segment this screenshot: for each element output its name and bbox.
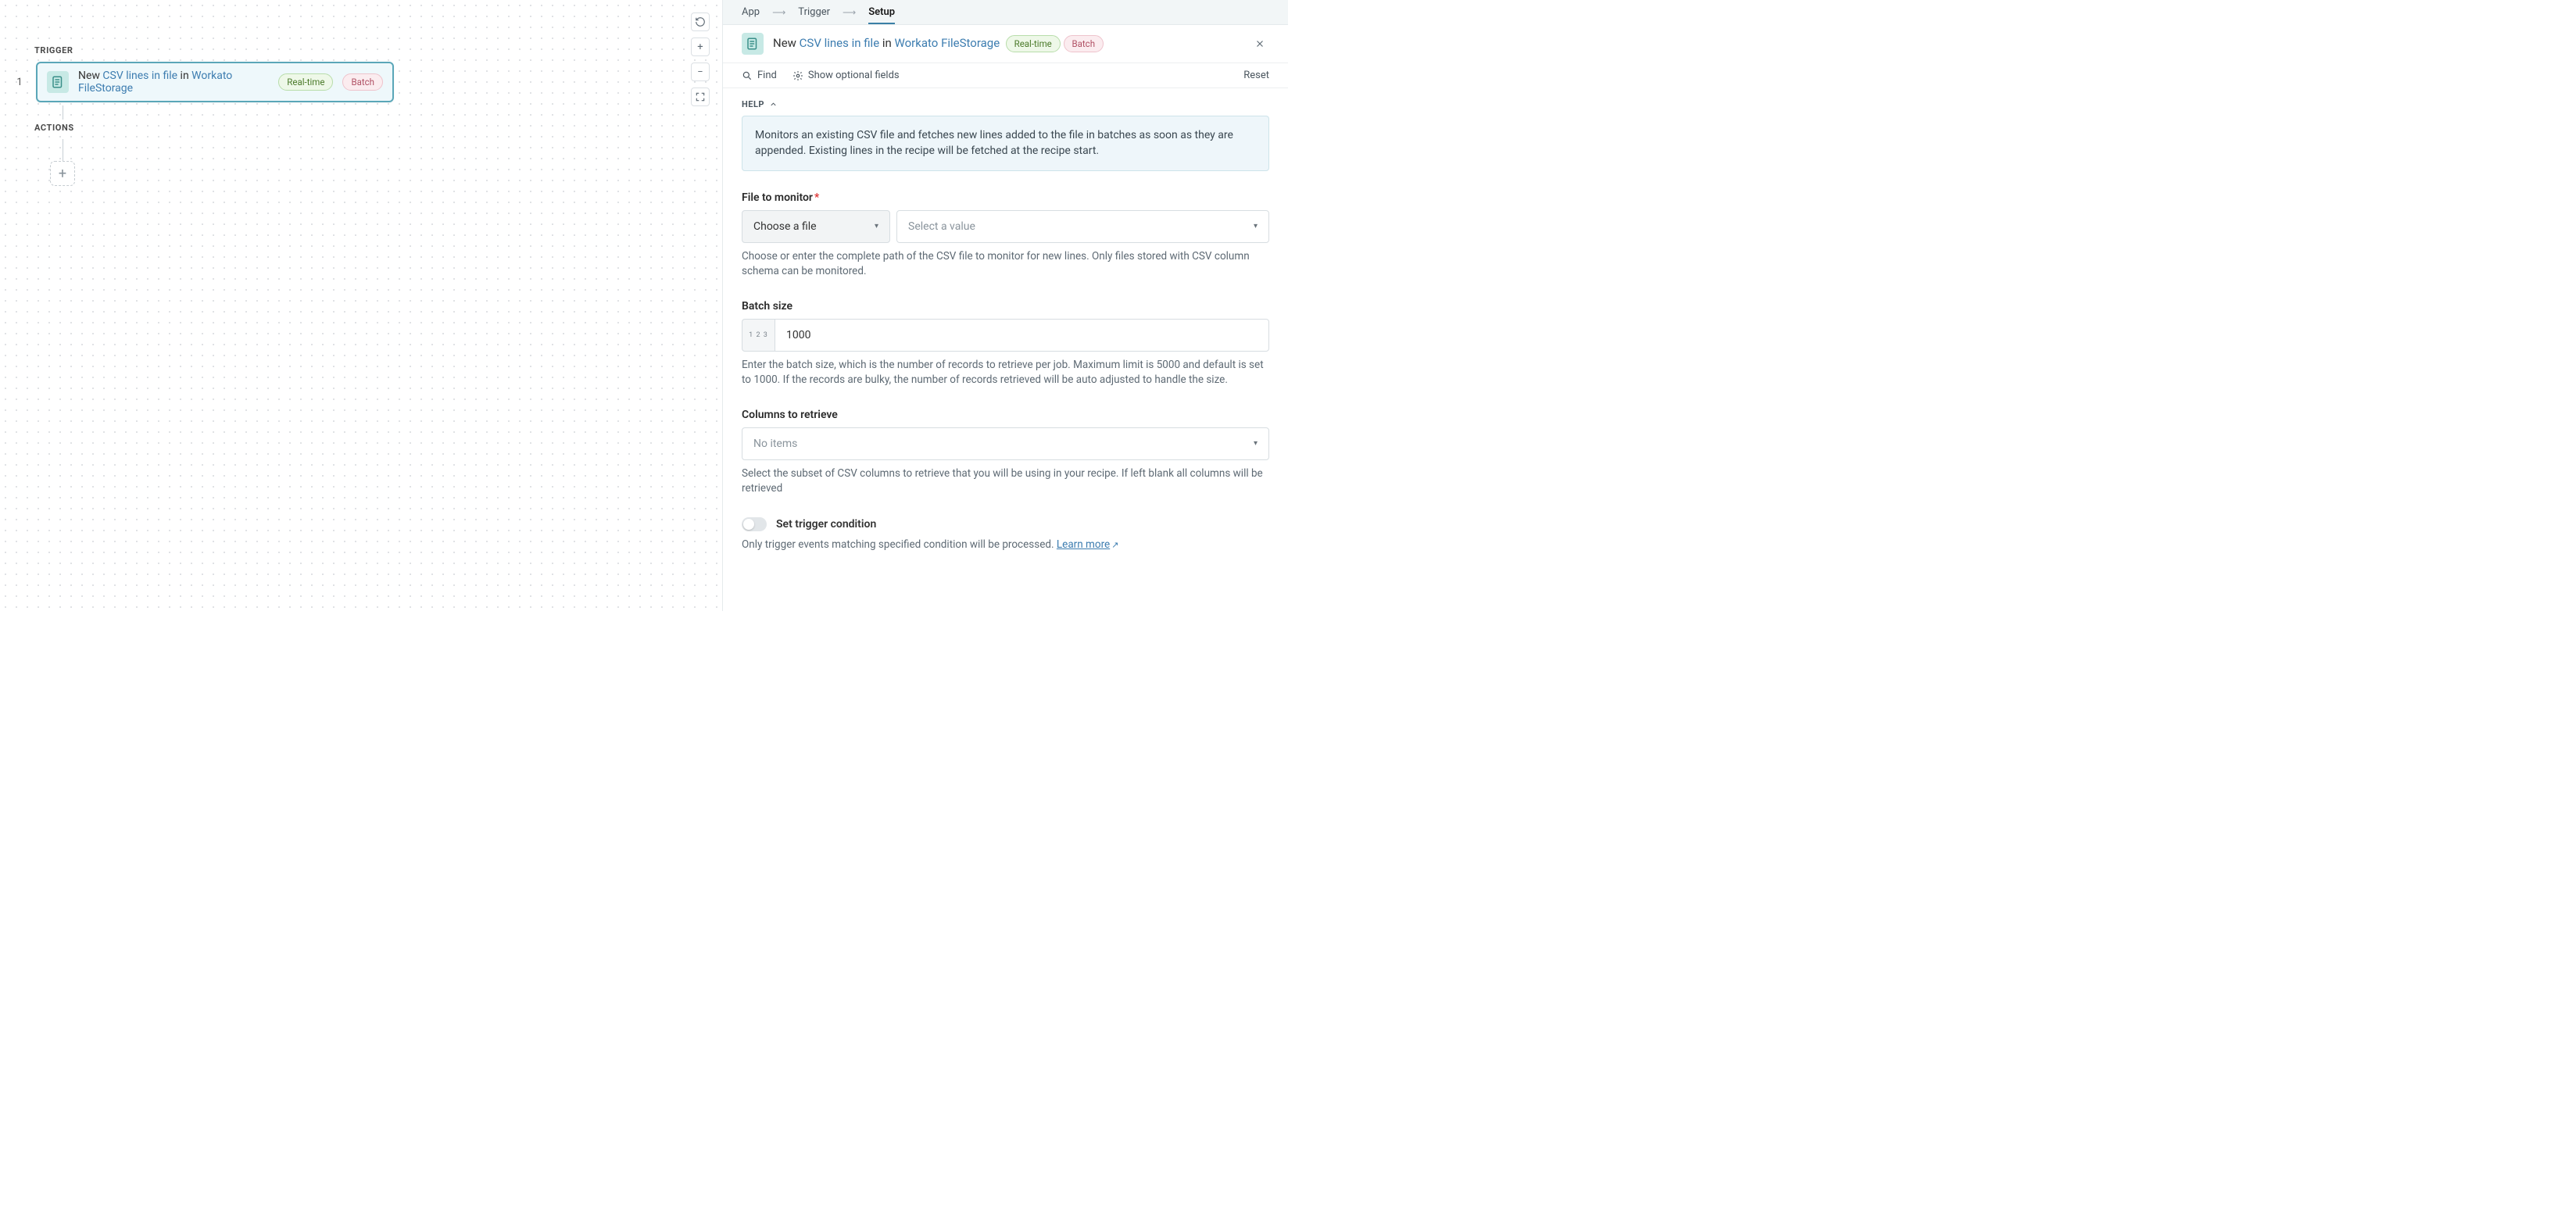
close-icon xyxy=(1254,38,1265,49)
numeric-prefix-icon: 1 2 3 xyxy=(742,319,775,352)
chevron-right-icon: ⟶ xyxy=(843,7,856,18)
trigger-step-title: New CSV lines in file in Workato FileSto… xyxy=(78,70,269,95)
help-description: Monitors an existing CSV file and fetche… xyxy=(742,116,1269,171)
trigger-condition-toggle[interactable] xyxy=(742,517,767,531)
find-button[interactable]: Find xyxy=(742,70,777,81)
search-icon xyxy=(742,70,753,81)
file-to-monitor-label: File to monitor* xyxy=(742,191,1269,204)
filestorage-app-icon xyxy=(742,33,764,55)
realtime-badge: Real-time xyxy=(278,73,333,91)
file-value-dropdown[interactable]: Select a value ▾ xyxy=(896,210,1269,243)
actions-section-label: ACTIONS xyxy=(34,123,394,133)
recipe-canvas: TRIGGER 1 New CSV lines in file in Worka… xyxy=(0,0,722,611)
show-optional-fields-button[interactable]: Show optional fields xyxy=(792,70,900,81)
batch-size-input[interactable] xyxy=(775,319,1269,352)
trigger-condition-help: Only trigger events matching specified c… xyxy=(742,538,1269,553)
crumb-setup[interactable]: Setup xyxy=(868,6,895,24)
chevron-down-icon: ▾ xyxy=(875,222,878,230)
crumb-app[interactable]: App xyxy=(742,6,760,18)
columns-label: Columns to retrieve xyxy=(742,409,1269,421)
file-to-monitor-help: Choose or enter the complete path of the… xyxy=(742,249,1269,280)
chevron-down-icon: ▾ xyxy=(1254,439,1258,448)
trigger-condition-label: Set trigger condition xyxy=(776,518,876,531)
crumb-trigger[interactable]: Trigger xyxy=(798,6,830,18)
zoom-in-button[interactable]: + xyxy=(691,38,710,56)
panel-breadcrumb: App ⟶ Trigger ⟶ Setup xyxy=(723,0,1288,25)
undo-button[interactable] xyxy=(691,13,710,31)
chevron-down-icon: ▾ xyxy=(1254,222,1258,230)
panel-title: New CSV lines in file in Workato FileSto… xyxy=(773,35,1241,52)
external-link-icon: ↗ xyxy=(1111,540,1118,550)
undo-icon xyxy=(695,16,706,27)
setup-panel: App ⟶ Trigger ⟶ Setup New CSV lines in f… xyxy=(722,0,1288,611)
learn-more-link[interactable]: Learn more xyxy=(1057,538,1110,551)
trigger-section-label: TRIGGER xyxy=(34,45,394,55)
chevron-right-icon: ⟶ xyxy=(772,7,785,18)
batch-size-help: Enter the batch size, which is the numbe… xyxy=(742,358,1269,388)
batch-size-label: Batch size xyxy=(742,300,1269,313)
chevron-up-icon xyxy=(769,100,778,109)
plus-icon: + xyxy=(59,166,66,182)
gear-icon xyxy=(792,70,803,81)
batch-badge: Batch xyxy=(1064,35,1104,52)
columns-help: Select the subset of CSV columns to retr… xyxy=(742,466,1269,497)
help-section-toggle[interactable]: HELP xyxy=(742,99,1269,109)
reset-button[interactable]: Reset xyxy=(1243,70,1269,81)
zoom-out-button[interactable]: − xyxy=(691,63,710,81)
fit-icon xyxy=(695,91,706,102)
step-number: 1 xyxy=(14,77,25,88)
file-source-dropdown[interactable]: Choose a file ▾ xyxy=(742,210,890,243)
columns-dropdown[interactable]: No items ▾ xyxy=(742,427,1269,460)
add-step-button[interactable]: + xyxy=(50,161,75,186)
realtime-badge: Real-time xyxy=(1006,35,1061,52)
filestorage-app-icon xyxy=(47,71,69,93)
fit-view-button[interactable] xyxy=(691,88,710,106)
close-panel-button[interactable] xyxy=(1250,34,1269,53)
batch-badge: Batch xyxy=(342,73,383,91)
trigger-step-card[interactable]: New CSV lines in file in Workato FileSto… xyxy=(36,62,394,102)
